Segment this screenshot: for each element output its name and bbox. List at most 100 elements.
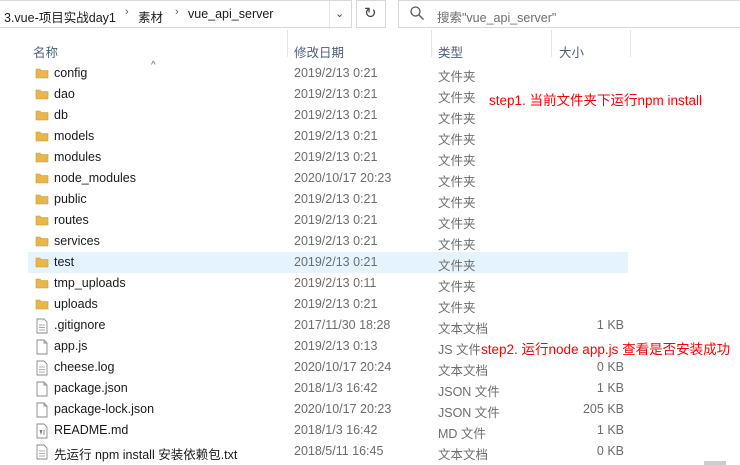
refresh-icon: ↻: [364, 5, 377, 22]
file-name: package.json: [54, 381, 128, 395]
file-name: package-lock.json: [54, 402, 155, 416]
file-date: 2019/2/13 0:21: [294, 150, 378, 164]
file-name: tmp_uploads: [54, 276, 126, 290]
search-input[interactable]: 搜索"vue_api_server": [398, 0, 740, 28]
file-date: 2019/2/13 0:21: [294, 297, 378, 311]
folder-icon: [35, 297, 49, 314]
address-bar[interactable]: 3.vue-项目实战day1 › 素材 › vue_api_server ⌄: [0, 0, 352, 29]
column-header-name[interactable]: 名称: [33, 42, 58, 61]
file-row[interactable]: models 2019/2/13 0:21 文件夹: [28, 126, 628, 147]
file-row[interactable]: uploads 2019/2/13 0:21 文件夹: [28, 294, 628, 315]
file-type: 文件夹: [438, 175, 476, 189]
search-placeholder: 搜索"vue_api_server": [437, 11, 557, 25]
folder-icon: [35, 108, 49, 125]
file-date: 2019/2/13 0:21: [294, 129, 378, 143]
file-icon: [35, 381, 49, 400]
file-size: 1 KB: [596, 423, 624, 437]
file-date: 2019/2/13 0:21: [294, 213, 378, 227]
file-size: 205 KB: [582, 402, 624, 416]
file-date: 2019/2/13 0:21: [294, 87, 378, 101]
file-row[interactable]: services 2019/2/13 0:21 文件夹: [28, 231, 628, 252]
folder-icon: [35, 192, 49, 209]
file-date: 2019/2/13 0:11: [294, 276, 377, 290]
file-date: 2019/2/13 0:21: [294, 234, 378, 248]
column-header-date[interactable]: 修改日期: [294, 42, 344, 61]
search-icon: [410, 6, 424, 20]
file-row[interactable]: package-lock.json 2020/10/17 20:23 JSON 文件…: [28, 399, 628, 420]
file-type: 文件夹: [438, 112, 476, 126]
file-row[interactable]: config 2019/2/13 0:21 文件夹: [28, 63, 628, 84]
file-type: 文件夹: [438, 91, 476, 105]
file-name: app.js: [54, 339, 88, 353]
file-date: 2019/2/13 0:13: [294, 339, 378, 353]
breadcrumb-item[interactable]: vue_api_server: [188, 7, 273, 21]
file-date: 2018/1/3 16:42: [294, 423, 378, 437]
breadcrumb-separator-icon[interactable]: ›: [175, 6, 179, 18]
breadcrumb-item[interactable]: 素材: [138, 7, 163, 26]
file-name: README.md: [54, 423, 129, 437]
address-dropdown-button[interactable]: ⌄: [329, 1, 351, 29]
file-date: 2019/2/13 0:21: [294, 108, 378, 122]
file-type: JSON 文件: [438, 406, 500, 420]
text-file-icon: [35, 360, 49, 379]
file-type: 文本文档: [438, 448, 489, 462]
toolbar: 3.vue-项目实战day1 › 素材 › vue_api_server ⌄ ↻…: [0, 0, 740, 30]
md-file-icon: [35, 423, 49, 442]
column-divider[interactable]: [551, 30, 552, 57]
breadcrumb-item[interactable]: 3.vue-项目实战day1: [4, 7, 116, 26]
file-row[interactable]: package.json 2018/1/3 16:42 JSON 文件 1 KB: [28, 378, 628, 399]
column-divider[interactable]: [431, 30, 432, 57]
file-name: .gitignore: [54, 318, 106, 332]
file-row[interactable]: 先运行 npm install 安装依赖包.txt 2018/5/11 16:45…: [28, 441, 628, 462]
file-size: 1 KB: [596, 318, 624, 332]
column-header-size[interactable]: 大小: [559, 42, 584, 61]
file-name: test: [54, 255, 75, 269]
chevron-down-icon: ⌄: [335, 8, 345, 20]
file-type: JSON 文件: [438, 385, 500, 399]
folder-icon: [35, 213, 49, 230]
file-size: 1 KB: [596, 381, 624, 395]
file-date: 2020/10/17 20:23: [294, 402, 392, 416]
file-type: 文件夹: [438, 196, 476, 210]
file-row[interactable]: public 2019/2/13 0:21 文件夹: [28, 189, 628, 210]
file-row[interactable]: routes 2019/2/13 0:21 文件夹: [28, 210, 628, 231]
file-row[interactable]: test 2019/2/13 0:21 文件夹: [28, 252, 628, 273]
file-row[interactable]: cheese.log 2020/10/17 20:24 文本文档 0 KB: [28, 357, 628, 378]
file-type: MD 文件: [438, 427, 486, 441]
file-row[interactable]: modules 2019/2/13 0:21 文件夹: [28, 147, 628, 168]
file-type: JS 文件: [438, 343, 482, 357]
text-file-icon: [35, 318, 49, 337]
annotation-step1: step1. 当前文件夹下运行npm install: [489, 93, 703, 108]
folder-icon: [35, 234, 49, 251]
file-row[interactable]: .gitignore 2017/11/30 18:28 文本文档 1 KB: [28, 315, 628, 336]
file-icon: [35, 339, 49, 358]
column-header-row: ^ 名称 修改日期 类型 大小: [0, 30, 740, 71]
file-name: modules: [54, 150, 102, 164]
breadcrumb-separator-icon[interactable]: ›: [125, 6, 129, 18]
folder-icon: [35, 87, 49, 104]
file-name: cheese.log: [54, 360, 115, 374]
folder-icon: [35, 129, 49, 146]
file-date: 2018/5/11 16:45: [294, 444, 384, 458]
file-type: 文本文档: [438, 364, 489, 378]
column-divider[interactable]: [630, 30, 631, 57]
file-icon: [35, 402, 49, 421]
file-date: 2019/2/13 0:21: [294, 192, 378, 206]
folder-icon: [35, 66, 49, 83]
text-file-icon: [35, 444, 49, 463]
horizontal-scrollbar[interactable]: [704, 461, 726, 465]
column-divider[interactable]: [287, 30, 288, 57]
file-type: 文件夹: [438, 70, 476, 84]
refresh-button[interactable]: ↻: [356, 0, 386, 28]
file-type: 文件夹: [438, 280, 476, 294]
file-row[interactable]: README.md 2018/1/3 16:42 MD 文件 1 KB: [28, 420, 628, 441]
file-name: dao: [54, 87, 75, 101]
file-type: 文本文档: [438, 322, 489, 336]
file-row[interactable]: tmp_uploads 2019/2/13 0:11 文件夹: [28, 273, 628, 294]
file-date: 2018/1/3 16:42: [294, 381, 378, 395]
file-name: 先运行 npm install 安装依赖包.txt: [54, 448, 238, 462]
file-row[interactable]: node_modules 2020/10/17 20:23 文件夹: [28, 168, 628, 189]
file-name: node_modules: [54, 171, 137, 185]
column-header-type[interactable]: 类型: [438, 42, 463, 61]
file-type: 文件夹: [438, 259, 476, 273]
